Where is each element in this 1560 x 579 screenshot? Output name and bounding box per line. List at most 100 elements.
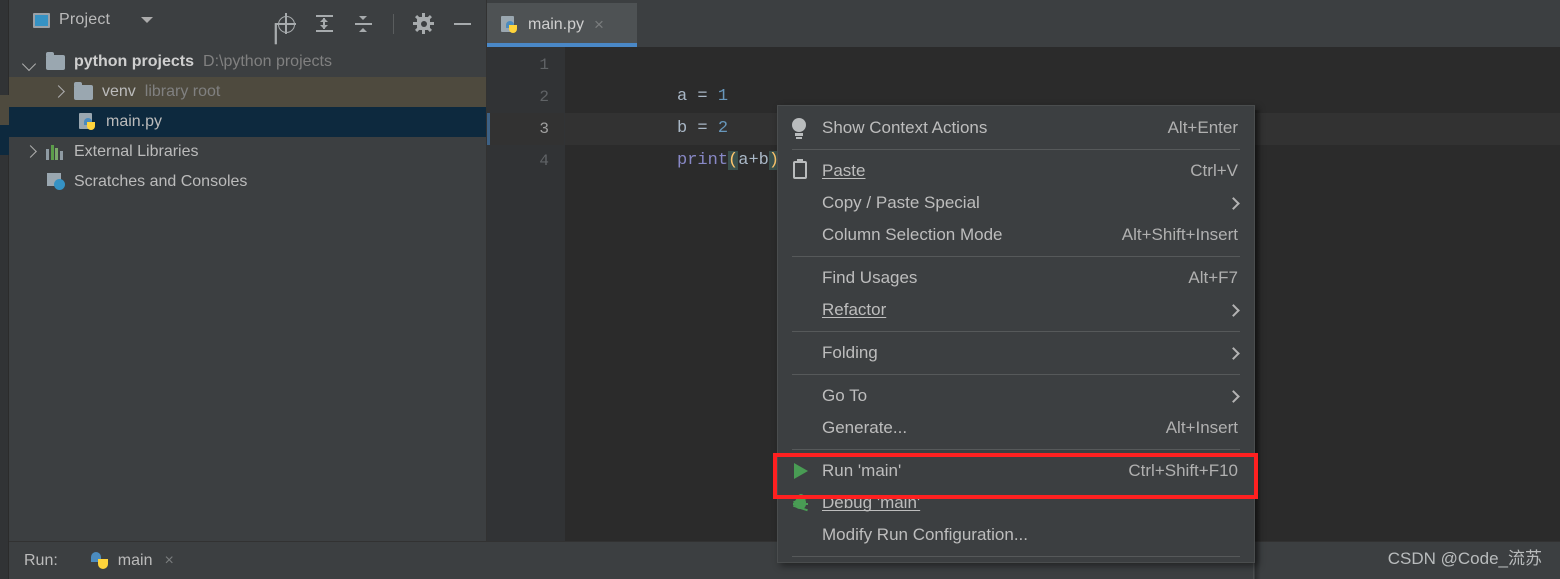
chevron-right-icon	[1227, 196, 1240, 210]
menu-icon-slot	[778, 380, 822, 412]
tree-row-python-projects[interactable]: python projects D:\python projects	[9, 47, 486, 77]
menu-item-label: Column Selection Mode	[822, 225, 1003, 244]
menu-item-label: Go To	[822, 386, 868, 405]
expand-all-icon[interactable]	[314, 13, 335, 34]
tree-detail: library root	[144, 83, 221, 100]
libraries-icon	[46, 144, 65, 160]
menu-separator	[792, 556, 1240, 557]
editor-gutter[interactable]: 1 2 3 4	[487, 47, 565, 541]
menu-icon-slot	[778, 294, 822, 326]
close-icon[interactable]: ×	[594, 15, 604, 35]
code-line-1: a = 1	[575, 49, 728, 106]
menu-item-label: Generate...	[822, 418, 908, 437]
tree-row-external-libraries[interactable]: External Libraries	[9, 137, 486, 167]
menu-item-label: Refactor	[822, 300, 887, 319]
menu-separator	[792, 331, 1240, 332]
tree-label: python projects	[74, 53, 195, 70]
minimize-icon[interactable]	[452, 13, 473, 34]
menu-item-shortcut: Alt+Enter	[1167, 118, 1238, 137]
menu-item-label: Show Context Actions	[822, 118, 988, 137]
menu-item-folding[interactable]: Folding	[778, 337, 1254, 369]
chevron-down-icon[interactable]	[141, 17, 154, 23]
tab-main-py[interactable]: main.py ×	[487, 3, 637, 47]
chevron-right-icon	[1227, 346, 1240, 360]
project-panel-title: Project	[59, 11, 111, 28]
toolbar-divider	[393, 13, 394, 34]
gutter-current-line	[487, 113, 565, 145]
menu-item-modify-run-configuration[interactable]: Modify Run Configuration...	[778, 519, 1254, 551]
code-line-3: print(a+b)	[575, 113, 780, 170]
locate-icon[interactable]	[275, 13, 296, 34]
tree-row-main-py[interactable]: main.py	[9, 107, 486, 137]
pycharm-window: Project python projects D:\python projec…	[0, 0, 1560, 579]
menu-separator	[792, 374, 1240, 375]
menu-item-shortcut: Ctrl+Shift+F10	[1128, 461, 1238, 480]
menu-item-shortcut: Ctrl+V	[1190, 161, 1238, 180]
lightbulb-icon	[778, 112, 822, 144]
menu-item-shortcut: Alt+F7	[1188, 268, 1238, 287]
menu-separator	[792, 149, 1240, 150]
project-tool-window: Project python projects D:\python projec…	[9, 0, 487, 541]
run-config-name: main	[117, 551, 153, 569]
project-tree: python projects D:\python projects venv …	[9, 47, 486, 197]
tree-row-venv[interactable]: venv library root	[9, 77, 486, 107]
project-title-group[interactable]: Project	[33, 11, 154, 29]
tree-detail: D:\python projects	[203, 53, 332, 70]
menu-item-label: Paste	[822, 161, 866, 180]
menu-item-shortcut: Alt+Shift+Insert	[1121, 225, 1238, 244]
watermark: CSDN @Code_流苏	[1387, 549, 1542, 568]
menu-icon-slot	[778, 219, 822, 251]
code-line-2: b = 2	[575, 81, 728, 138]
collapse-all-icon[interactable]	[353, 13, 374, 34]
editor-context-menu: Show Context Actions Alt+Enter Paste Ctr…	[777, 105, 1255, 563]
menu-item-generate[interactable]: Generate... Alt+Insert	[778, 412, 1254, 444]
python-file-icon	[79, 112, 98, 132]
project-panel-toolbar	[275, 13, 473, 34]
menu-icon-slot	[778, 187, 822, 219]
menu-separator	[792, 449, 1240, 450]
scratches-icon	[47, 173, 66, 191]
python-icon	[90, 551, 110, 571]
menu-item-find-usages[interactable]: Find Usages Alt+F7	[778, 262, 1254, 294]
clipboard-icon	[778, 155, 822, 187]
line-number: 4	[539, 152, 549, 170]
folder-icon	[46, 51, 65, 70]
tree-label: venv	[102, 83, 136, 100]
menu-item-label: Run 'main'	[822, 461, 902, 480]
left-tool-strip[interactable]	[0, 0, 9, 579]
run-bar-left: Run: main ×	[9, 551, 174, 571]
menu-item-run-main[interactable]: Run 'main' Ctrl+Shift+F10	[778, 455, 1254, 487]
chevron-right-icon	[1227, 303, 1240, 317]
chevron-right-icon	[1227, 389, 1240, 403]
line-number: 3	[539, 120, 549, 138]
menu-item-label: Copy / Paste Special	[822, 193, 980, 212]
menu-icon-slot	[778, 262, 822, 294]
menu-item-show-context-actions[interactable]: Show Context Actions Alt+Enter	[778, 112, 1254, 144]
strip-fragment-selected	[0, 125, 9, 155]
menu-item-refactor[interactable]: Refactor	[778, 294, 1254, 326]
python-file-icon	[501, 15, 520, 35]
menu-item-shortcut: Alt+Insert	[1165, 418, 1238, 437]
chevron-down-icon[interactable]	[23, 55, 37, 69]
menu-icon-slot	[778, 519, 822, 551]
line-number: 1	[539, 56, 549, 74]
menu-item-paste[interactable]: Paste Ctrl+V	[778, 155, 1254, 187]
close-icon[interactable]: ×	[164, 552, 173, 570]
chevron-right-icon[interactable]	[51, 85, 65, 99]
run-configuration-tab[interactable]: main ×	[90, 551, 174, 571]
tree-row-scratches-and-consoles[interactable]: Scratches and Consoles	[9, 167, 486, 197]
menu-item-go-to[interactable]: Go To	[778, 380, 1254, 412]
menu-separator	[792, 256, 1240, 257]
menu-item-copy-paste-special[interactable]: Copy / Paste Special	[778, 187, 1254, 219]
project-window-icon	[33, 12, 50, 28]
settings-gear-icon[interactable]	[413, 13, 434, 34]
code-token-args: a+b	[738, 151, 769, 170]
menu-item-label: Modify Run Configuration...	[822, 525, 1028, 544]
chevron-right-icon[interactable]	[23, 145, 37, 159]
menu-item-debug-main[interactable]: Debug 'main'	[778, 487, 1254, 519]
menu-shadow	[1255, 110, 1261, 579]
tab-label: main.py	[528, 16, 585, 33]
editor-tabbar: main.py ×	[487, 0, 1560, 47]
menu-item-column-selection-mode[interactable]: Column Selection Mode Alt+Shift+Insert	[778, 219, 1254, 251]
menu-item-label: Folding	[822, 343, 878, 362]
